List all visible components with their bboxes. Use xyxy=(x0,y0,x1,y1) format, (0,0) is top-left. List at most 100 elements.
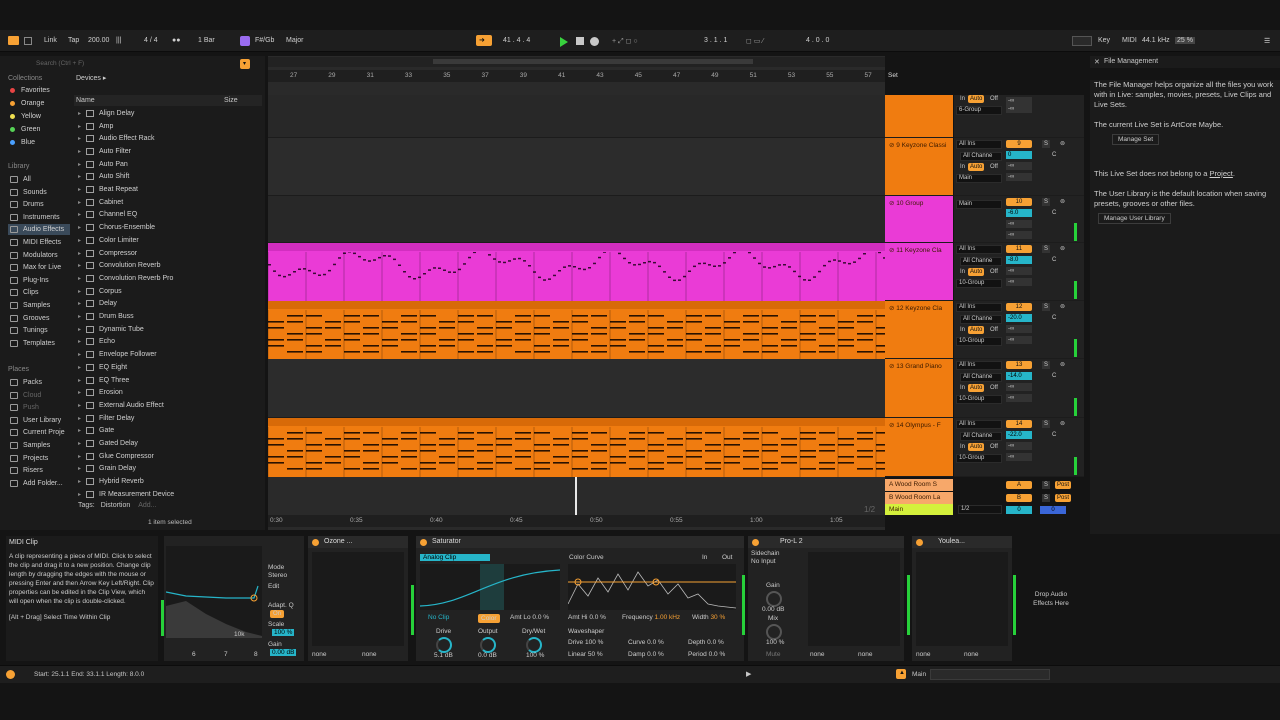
eq-display[interactable] xyxy=(165,546,262,638)
input-channel-select[interactable]: All Channe xyxy=(960,373,1002,382)
library-plug-ins[interactable]: Plug-Ins xyxy=(10,275,49,286)
volume-field[interactable]: -14.0 xyxy=(1006,372,1032,380)
device-on-icon[interactable] xyxy=(916,539,923,546)
eq-adapt-toggle[interactable]: On xyxy=(270,610,285,618)
device-item[interactable]: ▸ Hybrid Reverb xyxy=(78,475,260,488)
device-item[interactable]: ▸ EQ Three xyxy=(78,374,260,387)
monitor-off[interactable]: Off xyxy=(988,95,1000,103)
collection-green[interactable]: Green xyxy=(10,124,40,135)
device-item[interactable]: ▸ Glue Compressor xyxy=(78,450,260,463)
signature-field[interactable]: 4 / 4 xyxy=(144,37,158,44)
place-projects[interactable]: Projects xyxy=(10,453,48,464)
track-name[interactable]: 13 Grand Piano xyxy=(896,363,942,370)
ozone-macro-2[interactable]: none xyxy=(362,651,376,658)
arrangement-track[interactable] xyxy=(268,95,885,138)
post-button[interactable]: Post xyxy=(1055,493,1072,502)
send-b[interactable]: -∞ xyxy=(1006,336,1032,344)
expand-icon[interactable]: ▸ xyxy=(78,262,81,269)
device-item[interactable]: ▸ Corpus xyxy=(78,285,260,298)
monitor-in[interactable]: In xyxy=(958,326,967,334)
send-b[interactable]: -∞ xyxy=(1006,231,1032,239)
expand-icon[interactable]: ▸ xyxy=(78,300,81,307)
return-track-name[interactable]: A Wood Room S xyxy=(889,481,937,488)
eq-mode-select[interactable]: Stereo xyxy=(268,572,287,579)
track-activator[interactable]: 11 xyxy=(1006,245,1032,253)
device-item[interactable]: ▸ EQ Eight xyxy=(78,361,260,374)
expand-icon[interactable]: ▸ xyxy=(78,389,81,396)
device-item[interactable]: ▸ Grain Delay xyxy=(78,463,260,476)
return-solo[interactable]: S xyxy=(1042,481,1051,489)
curve-in-toggle[interactable]: In xyxy=(702,554,707,561)
nudge-icon[interactable]: ||| xyxy=(116,37,121,44)
library-audio-effects[interactable]: Audio Effects xyxy=(8,224,70,236)
expand-icon[interactable]: ▸ xyxy=(78,211,81,218)
track-activator[interactable]: 12 xyxy=(1006,303,1032,311)
pan-field[interactable]: C xyxy=(1050,151,1058,159)
device-item[interactable]: ▸ Color Limiter xyxy=(78,234,260,247)
device-item[interactable]: ▸ Envelope Follower xyxy=(78,348,260,361)
monitor-auto[interactable]: Auto xyxy=(968,163,985,171)
solo-button[interactable]: S xyxy=(1042,198,1051,206)
metronome-icon[interactable]: ●● xyxy=(172,37,180,44)
send-a[interactable]: -∞ xyxy=(1006,325,1032,333)
send-a[interactable]: -∞ xyxy=(1006,383,1032,391)
eq-band-6[interactable]: 6 xyxy=(192,651,196,658)
main-track-header[interactable]: Main xyxy=(885,504,953,515)
device-item[interactable]: ▸ Compressor xyxy=(78,247,260,260)
expand-icon[interactable]: ▸ xyxy=(78,313,81,320)
return-track-header[interactable]: B Wood Room La xyxy=(885,491,953,504)
return-solo[interactable]: S xyxy=(1042,493,1051,502)
quantize-select[interactable]: 1 Bar xyxy=(198,37,215,44)
eq-gain-field[interactable]: 0.00 dB xyxy=(270,649,297,656)
record-icon[interactable] xyxy=(590,37,599,46)
output-select[interactable]: 10-Group xyxy=(956,279,1002,288)
expand-icon[interactable]: ▸ xyxy=(78,338,81,345)
monitor-auto[interactable]: Auto xyxy=(968,384,985,392)
monitor-auto[interactable]: Auto xyxy=(968,326,985,334)
library-grooves[interactable]: Grooves xyxy=(10,313,49,324)
ozone-macro-1[interactable]: none xyxy=(312,651,326,658)
library-clips[interactable]: Clips xyxy=(10,287,39,298)
send-b[interactable]: -∞ xyxy=(1006,105,1032,113)
expand-icon[interactable]: ▸ xyxy=(78,326,81,333)
track-header[interactable]: ⊘ 12 Keyzone Cla xyxy=(885,301,953,359)
library-sounds[interactable]: Sounds xyxy=(10,187,47,198)
volume-field[interactable]: -22.0 xyxy=(1006,431,1032,439)
expand-icon[interactable]: ▸ xyxy=(78,364,81,371)
breadcrumb[interactable]: Devices ▸ xyxy=(76,74,106,82)
expand-icon[interactable]: ▸ xyxy=(78,415,81,422)
monitor-in[interactable]: In xyxy=(958,268,967,276)
collection-orange[interactable]: Orange xyxy=(10,98,44,109)
send-b[interactable]: -∞ xyxy=(1006,173,1032,181)
track-header[interactable] xyxy=(885,95,953,138)
device-item[interactable]: ▸ Channel EQ xyxy=(78,209,260,222)
close-icon[interactable]: ✕ xyxy=(1094,58,1100,66)
expand-icon[interactable]: ▸ xyxy=(78,427,81,434)
key-select[interactable]: F#/Gb xyxy=(255,37,274,44)
device-on-icon[interactable] xyxy=(312,539,319,546)
input-type-select[interactable]: All Ins xyxy=(956,140,1002,149)
track-activator[interactable]: 14 xyxy=(1006,420,1032,428)
monitor-off[interactable]: Off xyxy=(988,163,1000,171)
manage-user-library-button[interactable]: Manage User Library xyxy=(1098,213,1171,224)
prol-macro-1[interactable]: none xyxy=(810,651,824,658)
monitor-in[interactable]: In xyxy=(958,95,967,103)
position-field[interactable]: 41 . 4 . 4 xyxy=(503,37,530,44)
device-item[interactable]: ▸ Auto Pan xyxy=(78,158,260,171)
track-name[interactable]: 10 Group xyxy=(896,200,923,207)
collection-yellow[interactable]: Yellow xyxy=(10,111,41,122)
arm-icon[interactable]: ⊚ xyxy=(1058,245,1067,253)
saturator-mode-select[interactable]: Analog Clip xyxy=(420,554,490,561)
device-item[interactable]: ▸ Auto Shift xyxy=(78,171,260,184)
output-select[interactable]: 6-Group xyxy=(956,106,1002,115)
solo-button[interactable]: S xyxy=(1042,361,1051,369)
input-channel-select[interactable]: All Channe xyxy=(960,315,1002,324)
device-item[interactable]: ▸ Gated Delay xyxy=(78,437,260,450)
arrangement-track[interactable] xyxy=(268,138,885,196)
arm-icon[interactable]: ⊚ xyxy=(1058,303,1067,311)
return-track-header[interactable]: A Wood Room S xyxy=(885,479,953,491)
send-b[interactable]: -∞ xyxy=(1006,453,1032,461)
youlean-macro-1[interactable]: none xyxy=(916,651,930,658)
send-a[interactable]: -∞ xyxy=(1006,220,1032,228)
solo-button[interactable]: S xyxy=(1042,245,1051,253)
